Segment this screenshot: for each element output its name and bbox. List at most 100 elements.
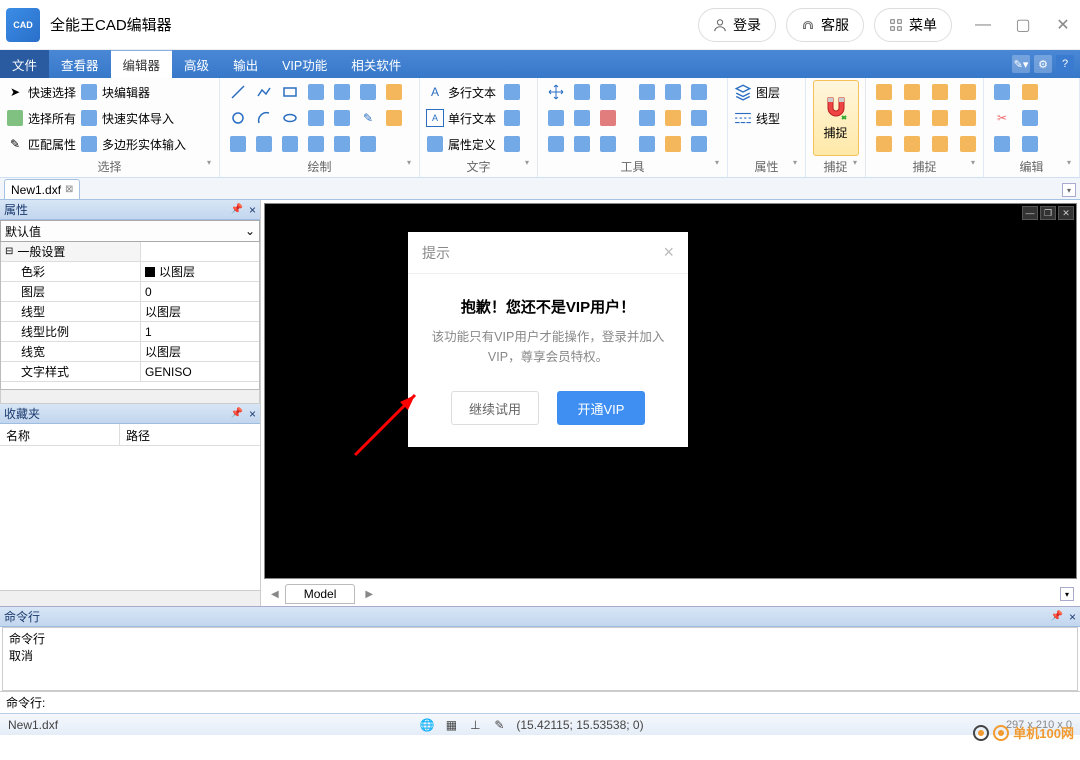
tab-nav-left[interactable]: ◀ bbox=[271, 589, 279, 600]
rect-tool[interactable] bbox=[278, 80, 302, 104]
table-row[interactable]: 线宽以图层 bbox=[1, 342, 259, 362]
snap-10[interactable] bbox=[900, 132, 924, 156]
menu-tab-related[interactable]: 相关软件 bbox=[339, 50, 413, 78]
stext-tool[interactable]: A单行文本 bbox=[426, 106, 496, 130]
menu-tab-viewer[interactable]: 查看器 bbox=[49, 50, 111, 78]
status-icon-globe[interactable]: 🌐 bbox=[420, 718, 434, 732]
menu-tab-editor[interactable]: 编辑器 bbox=[111, 50, 173, 78]
align-tool[interactable] bbox=[252, 132, 276, 156]
cut-tool[interactable]: ✂ bbox=[990, 106, 1014, 130]
close-button[interactable]: ✕ bbox=[1052, 14, 1074, 36]
t8[interactable] bbox=[661, 80, 685, 104]
vp-max-icon[interactable]: ❐ bbox=[1040, 206, 1056, 220]
polygon-entity-input[interactable]: 多边形实体输入 bbox=[80, 132, 186, 156]
more-tool3[interactable] bbox=[330, 132, 354, 156]
login-button[interactable]: 登录 bbox=[698, 8, 776, 42]
table-tool[interactable] bbox=[356, 132, 380, 156]
snap-5[interactable] bbox=[872, 106, 896, 130]
model-tabs-dropdown[interactable]: ▾ bbox=[1060, 587, 1074, 601]
attdef-tool[interactable]: 属性定义 bbox=[426, 132, 496, 156]
t10[interactable] bbox=[635, 106, 659, 130]
pencil-options-icon[interactable]: ✎▾ bbox=[1012, 55, 1030, 73]
dim-tool[interactable] bbox=[330, 80, 354, 104]
document-tab[interactable]: New1.dxf ⊠ bbox=[4, 179, 80, 199]
spline-tool[interactable] bbox=[382, 80, 406, 104]
panel-close-icon[interactable]: × bbox=[1069, 610, 1076, 624]
table-row[interactable]: 线型以图层 bbox=[1, 302, 259, 322]
e5[interactable] bbox=[990, 132, 1014, 156]
status-icon-pen[interactable]: ✎ bbox=[492, 718, 506, 732]
mtext-tool[interactable]: A多行文本 bbox=[426, 80, 496, 104]
table-row[interactable]: 图层0 bbox=[1, 282, 259, 302]
pencil-tool[interactable]: ✎ bbox=[356, 106, 380, 130]
snap-button[interactable]: 捕捉 bbox=[813, 80, 859, 156]
vp-close-icon[interactable]: ✕ bbox=[1058, 206, 1074, 220]
table-row[interactable]: 文字样式GENISO bbox=[1, 362, 259, 382]
move-tool[interactable] bbox=[544, 80, 568, 104]
t13[interactable] bbox=[635, 132, 659, 156]
t9[interactable] bbox=[687, 80, 711, 104]
hatch-tool[interactable] bbox=[226, 132, 250, 156]
command-input[interactable] bbox=[49, 696, 1074, 710]
menu-tab-output[interactable]: 输出 bbox=[221, 50, 270, 78]
match-props[interactable]: ✎匹配属性 bbox=[6, 132, 76, 156]
t2[interactable] bbox=[570, 106, 594, 130]
copy-tool[interactable] bbox=[990, 80, 1014, 104]
scrollbar[interactable] bbox=[0, 590, 260, 606]
prop-group-header[interactable]: 一般设置 bbox=[1, 242, 259, 262]
menu-file[interactable]: 文件 bbox=[0, 50, 49, 78]
snap-11[interactable] bbox=[928, 132, 952, 156]
support-button[interactable]: 客服 bbox=[786, 8, 864, 42]
ellipse-tool[interactable] bbox=[278, 106, 302, 130]
quick-entity-import[interactable]: 快速实体导入 bbox=[80, 106, 186, 130]
snap-8[interactable] bbox=[956, 106, 980, 130]
dialog-close-icon[interactable]: × bbox=[663, 242, 674, 263]
panel-close-icon[interactable]: × bbox=[249, 203, 256, 217]
pin-icon[interactable]: 📌 bbox=[231, 408, 243, 419]
panel-close-icon[interactable]: × bbox=[249, 407, 256, 421]
circle-tool[interactable] bbox=[226, 106, 250, 130]
scrollbar[interactable] bbox=[0, 390, 260, 404]
table-row[interactable]: 色彩以图层 bbox=[1, 262, 259, 282]
leader-tool[interactable] bbox=[356, 80, 380, 104]
t7[interactable] bbox=[635, 80, 659, 104]
t14[interactable] bbox=[661, 132, 685, 156]
snap-1[interactable] bbox=[872, 80, 896, 104]
table-row[interactable]: 线型比例1 bbox=[1, 322, 259, 342]
select-all[interactable]: 选择所有 bbox=[6, 106, 76, 130]
t4[interactable] bbox=[544, 132, 568, 156]
open-vip-button[interactable]: 开通VIP bbox=[557, 391, 645, 425]
col-name[interactable]: 名称 bbox=[0, 424, 120, 445]
snap-9[interactable] bbox=[872, 132, 896, 156]
t3[interactable] bbox=[596, 106, 620, 130]
snap-3[interactable] bbox=[928, 80, 952, 104]
tabs-dropdown[interactable]: ▾ bbox=[1062, 183, 1076, 197]
settings-icon[interactable]: ⚙ bbox=[1034, 55, 1052, 73]
star-tool[interactable] bbox=[330, 106, 354, 130]
col-path[interactable]: 路径 bbox=[120, 424, 260, 445]
crop-tool[interactable] bbox=[570, 80, 594, 104]
snap-12[interactable] bbox=[956, 132, 980, 156]
maximize-button[interactable]: ▢ bbox=[1012, 14, 1034, 36]
vp-min-icon[interactable]: — bbox=[1022, 206, 1038, 220]
snap-2[interactable] bbox=[900, 80, 924, 104]
e6[interactable] bbox=[1018, 132, 1042, 156]
status-icon-grid[interactable]: ▦ bbox=[444, 718, 458, 732]
paste-tool[interactable] bbox=[1018, 80, 1042, 104]
status-icon-perp[interactable]: ⊥ bbox=[468, 718, 482, 732]
text-tool-b[interactable] bbox=[500, 106, 524, 130]
clip-tool[interactable] bbox=[1018, 106, 1042, 130]
snap-7[interactable] bbox=[928, 106, 952, 130]
point-tool[interactable] bbox=[304, 106, 328, 130]
t1[interactable] bbox=[544, 106, 568, 130]
continue-trial-button[interactable]: 继续试用 bbox=[451, 391, 539, 425]
zoom-tool[interactable] bbox=[596, 80, 620, 104]
ltype-tool[interactable]: 线型 bbox=[734, 106, 780, 130]
minimize-button[interactable]: — bbox=[972, 14, 994, 36]
layer-tool[interactable]: 图层 bbox=[734, 80, 780, 104]
close-tab-icon[interactable]: ⊠ bbox=[65, 184, 73, 195]
properties-selector[interactable]: 默认值 ⌄ bbox=[0, 220, 260, 242]
snap-4[interactable] bbox=[956, 80, 980, 104]
pin-icon[interactable]: 📌 bbox=[1051, 611, 1063, 622]
quick-select[interactable]: ➤快速选择 bbox=[6, 80, 76, 104]
